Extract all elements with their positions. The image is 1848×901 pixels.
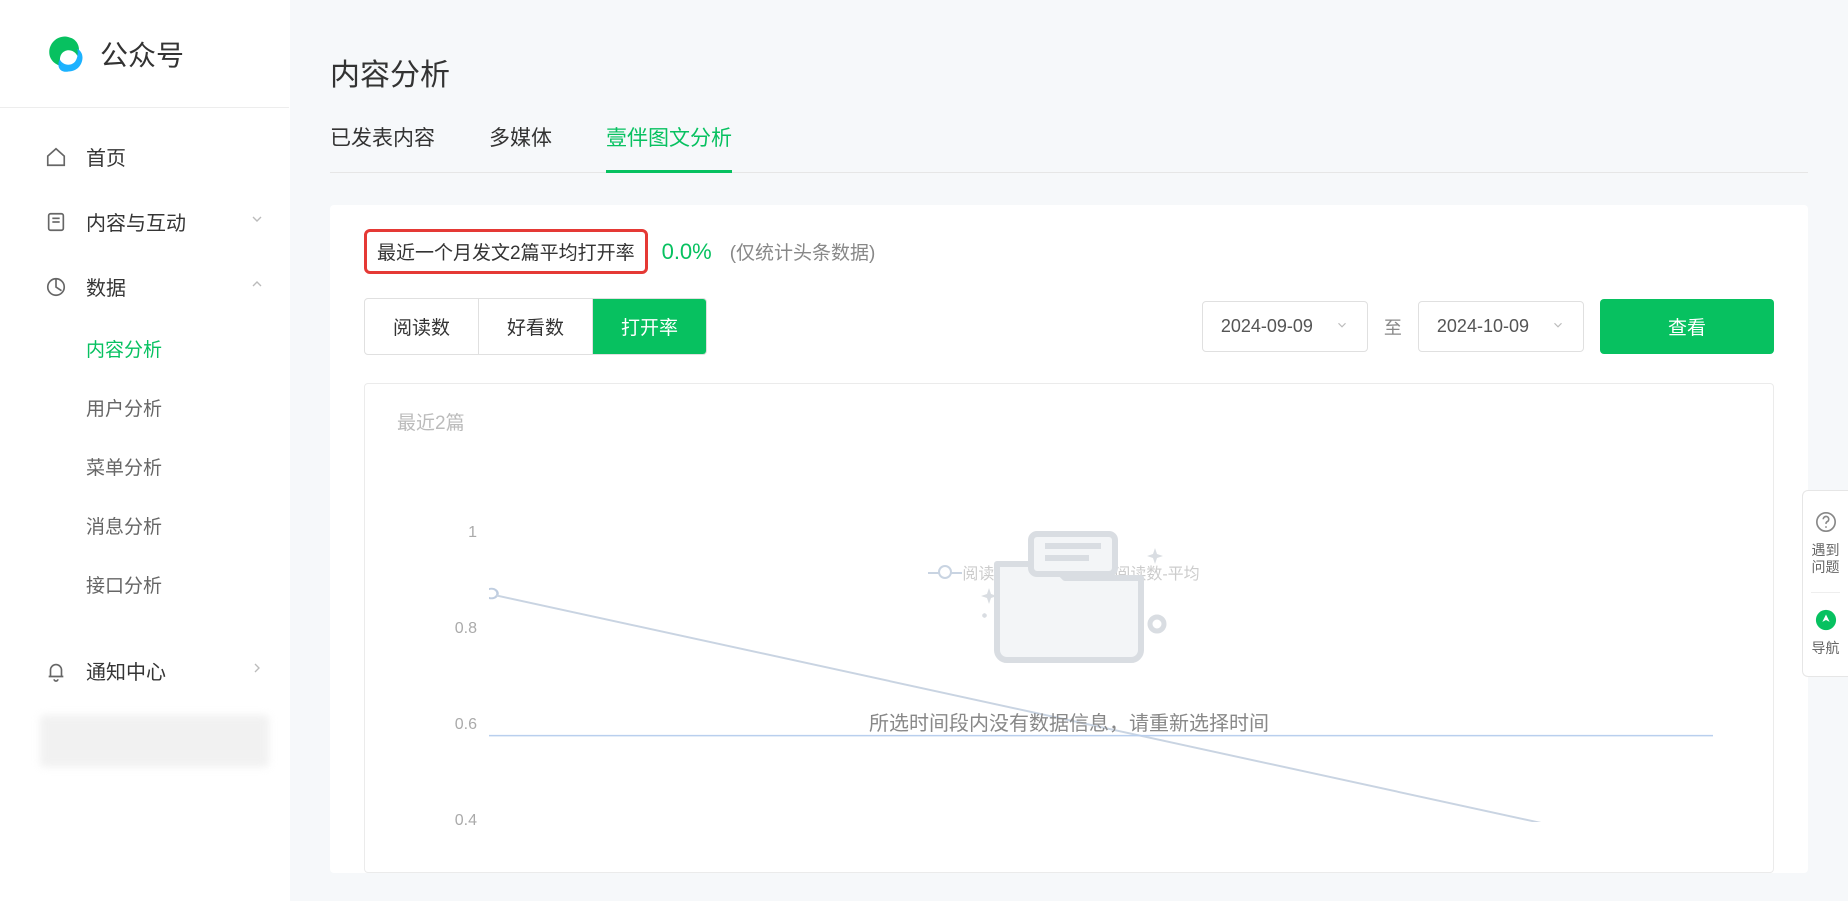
tab-yiban-analysis[interactable]: 壹伴图文分析 [606, 122, 732, 173]
sidebar-item-home[interactable]: 首页 [0, 124, 289, 189]
content-tabs: 已发表内容 多媒体 壹伴图文分析 [330, 122, 1808, 173]
date-range: 2024-09-09 至 2024-10-09 查看 [1202, 299, 1774, 354]
metric-tab-reads[interactable]: 阅读数 [365, 299, 479, 354]
metric-tab-label: 阅读数 [393, 318, 450, 339]
sidebar-subitem-user-analysis[interactable]: 用户分析 [0, 378, 289, 437]
blurred-content [40, 715, 269, 767]
view-button-label: 查看 [1668, 318, 1706, 339]
stat-row: 最近一个月发文2篇平均打开率 0.0% (仅统计头条数据) [364, 229, 1774, 274]
stat-highlight-text: 最近一个月发文2篇平均打开率 [377, 243, 635, 264]
sidebar-item-label: 数据 [86, 272, 126, 301]
sidebar-subitem-message-analysis[interactable]: 消息分析 [0, 496, 289, 555]
chevron-down-icon [1551, 316, 1565, 337]
sidebar-item-label: 消息分析 [86, 517, 162, 538]
sidebar-subitem-content-analysis[interactable]: 内容分析 [0, 319, 289, 378]
nav-icon [1807, 609, 1844, 636]
home-icon [44, 145, 68, 169]
divider [1811, 592, 1840, 593]
main-content: 内容分析 已发表内容 多媒体 壹伴图文分析 最近一个月发文2篇平均打开率 0.0… [290, 0, 1848, 901]
chart-icon [44, 275, 68, 299]
sidebar-item-label: 通知中心 [86, 656, 166, 685]
tab-published[interactable]: 已发表内容 [330, 122, 435, 173]
bell-icon [44, 659, 68, 683]
tab-multimedia[interactable]: 多媒体 [489, 122, 552, 173]
date-from-value: 2024-09-09 [1221, 316, 1313, 337]
page-title: 内容分析 [330, 0, 1808, 122]
brand-name: 公众号 [100, 34, 184, 74]
date-to-picker[interactable]: 2024-10-09 [1418, 301, 1584, 352]
sidebar-item-label: 接口分析 [86, 576, 162, 597]
chevron-up-icon [249, 275, 265, 298]
y-tick: 0.4 [437, 812, 477, 832]
sidebar-item-label: 内容分析 [86, 340, 162, 361]
chart-empty-text: 所选时间段内没有数据信息，请重新选择时间 [365, 707, 1773, 736]
metric-tab-open-rate[interactable]: 打开率 [593, 299, 706, 354]
date-to-value: 2024-10-09 [1437, 316, 1529, 337]
chart-empty-state: 所选时间段内没有数据信息，请重新选择时间 [365, 514, 1773, 736]
date-from-picker[interactable]: 2024-09-09 [1202, 301, 1368, 352]
content-panel: 最近一个月发文2篇平均打开率 0.0% (仅统计头条数据) 阅读数 好看数 打开… [330, 205, 1808, 873]
metric-tab-label: 好看数 [507, 318, 564, 339]
chevron-down-icon [1335, 316, 1349, 337]
sidebar-item-label: 内容与互动 [86, 207, 186, 236]
help-question-button[interactable]: 遇到问题 [1803, 501, 1848, 586]
brand-icon [44, 33, 86, 75]
sidebar-subitem-menu-analysis[interactable]: 菜单分析 [0, 437, 289, 496]
help-nav-button[interactable]: 导航 [1803, 599, 1848, 667]
sidebar-item-data[interactable]: 数据 [0, 254, 289, 319]
brand-logo[interactable]: 公众号 [0, 0, 289, 108]
sidebar-nav: 首页 内容与互动 [0, 108, 289, 901]
help-panel: 遇到问题 导航 [1802, 490, 1848, 677]
question-icon [1807, 511, 1844, 538]
controls-row: 阅读数 好看数 打开率 2024-09-09 [364, 298, 1774, 355]
sidebar-item-label: 用户分析 [86, 399, 162, 420]
sidebar-item-notifications[interactable]: 通知中心 [0, 638, 289, 703]
stat-highlight-box: 最近一个月发文2篇平均打开率 [364, 229, 648, 274]
sidebar-subitem-api-analysis[interactable]: 接口分析 [0, 555, 289, 614]
date-separator: 至 [1384, 314, 1402, 340]
sidebar-item-content[interactable]: 内容与互动 [0, 189, 289, 254]
chart-title: 最近2篇 [397, 408, 1741, 435]
chevron-right-icon [249, 659, 265, 682]
metric-tabs: 阅读数 好看数 打开率 [364, 298, 707, 355]
tab-label: 壹伴图文分析 [606, 127, 732, 150]
help-label: 导航 [1807, 640, 1844, 657]
tab-label: 多媒体 [489, 127, 552, 150]
view-button[interactable]: 查看 [1600, 299, 1774, 354]
stat-percent: 0.0% [662, 239, 712, 265]
document-icon [44, 210, 68, 234]
chevron-down-icon [249, 210, 265, 233]
stat-note: (仅统计头条数据) [730, 238, 876, 265]
sidebar-item-label: 菜单分析 [86, 458, 162, 479]
metric-tab-likes[interactable]: 好看数 [479, 299, 593, 354]
sidebar-item-label: 首页 [86, 142, 126, 171]
sidebar: 公众号 首页 内容与互动 [0, 0, 290, 901]
metric-tab-label: 打开率 [621, 318, 678, 339]
folder-empty-icon [969, 514, 1169, 679]
tab-label: 已发表内容 [330, 127, 435, 150]
chart-area: 最近2篇 阅读数 阅读数-平均 1 0.8 0.6 0.4 [364, 383, 1774, 873]
help-label: 遇到问题 [1807, 542, 1844, 576]
